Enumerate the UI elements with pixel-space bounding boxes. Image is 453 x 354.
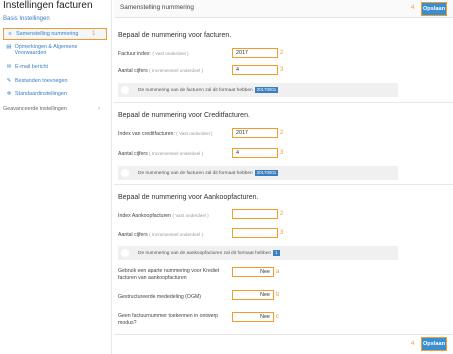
sidebar-item-files[interactable]: ✎ Bestanden toevoegen	[3, 76, 107, 86]
callout-marker: 2	[280, 50, 284, 56]
format-badge: 20170001	[254, 170, 279, 176]
credit-index-label: Index van creditfacturen: ( Vast onderde…	[118, 131, 213, 137]
format-badge: 20170001	[254, 87, 279, 93]
save-button-top[interactable]: Opslaan	[421, 2, 447, 16]
option-separate-credit-label: Gebruik een aparte nummering voor Kredie…	[118, 268, 220, 281]
sidebar-item-label: Standaardinstellingen	[15, 91, 67, 97]
callout-marker: 3	[280, 230, 284, 236]
purchase-digits-field[interactable]	[232, 228, 278, 238]
page-footer	[114, 334, 453, 354]
credit-format-note: De nummering van de facturen zal dit for…	[118, 166, 398, 180]
sidebar-title: Instellingen facturen	[3, 0, 93, 11]
option-draft-number-label: Geen factuurnummer toekennen in ontwerp …	[118, 313, 219, 326]
option-separate-credit-select[interactable]: Nee	[232, 267, 274, 277]
mail-icon: ✉	[6, 64, 12, 70]
edit-icon: ▤	[6, 44, 12, 50]
page-header: Samenstelling nummering	[114, 0, 453, 18]
option-ogm-label: Gestructureerde mededeling (OGM)	[118, 294, 202, 300]
callout-marker: c	[276, 314, 279, 320]
page-title: Samenstelling nummering	[120, 4, 194, 11]
gear-icon: ✲	[6, 91, 12, 97]
format-toggle[interactable]	[121, 249, 129, 257]
paperclip-icon: ✎	[6, 78, 12, 84]
list-icon: ≡	[8, 31, 12, 37]
sidebar-item-label: Samenstelling nummering	[16, 31, 79, 37]
credit-digits-label: Aantal cijfers ( Incrementeel onderdeel …	[118, 151, 204, 157]
invoice-digits-field[interactable]: 4	[232, 65, 278, 75]
invoice-index-field[interactable]: 2017	[232, 48, 278, 58]
settings-sidebar: Instellingen facturen Basis Instellingen…	[0, 0, 112, 354]
divider	[114, 102, 453, 103]
sidebar-item-defaults[interactable]: ✲ Standaardinstellingen	[3, 89, 107, 99]
invoice-format-note: De nummering van de facturen zal dit for…	[118, 83, 398, 97]
purchase-format-note: De nummering van de aankoopfacturen zal …	[118, 246, 398, 260]
credit-index-field[interactable]: 2017	[232, 128, 278, 138]
chevron-right-icon: ›	[98, 106, 100, 112]
section-title-purchase: Bepaal de nummering voor Aankoopfacturen…	[118, 194, 259, 201]
sidebar-item-label: Bestanden toevoegen	[15, 78, 68, 84]
callout-marker: 2	[280, 130, 284, 136]
purchase-index-field[interactable]	[232, 209, 278, 219]
sidebar-item-remarks[interactable]: ▤ Opmerkingen & Algemene Voorwaarden	[3, 42, 107, 58]
callout-marker: 2	[280, 211, 284, 217]
format-badge: 1	[273, 250, 280, 256]
callout-marker: 1	[92, 31, 96, 37]
callout-marker: b	[276, 292, 280, 298]
format-toggle[interactable]	[121, 86, 129, 94]
purchase-digits-label: Aantal cijfers ( Incrementeel onderdeel …	[118, 232, 204, 238]
callout-marker: 4	[411, 341, 415, 347]
callout-marker: 4	[411, 5, 415, 11]
purchase-index-label: Index Aankoopfacturen ( Vast onderdeel )	[118, 213, 209, 219]
callout-marker: a	[276, 269, 280, 275]
sidebar-item-advanced[interactable]: Geavanceerde instellingen ›	[0, 104, 104, 114]
invoice-index-label: Factuur index: ( Vast onderdeel )	[118, 51, 189, 57]
divider	[114, 184, 453, 185]
option-draft-number-select[interactable]: Nee	[232, 312, 274, 322]
option-ogm-select[interactable]: Nee	[232, 290, 274, 300]
format-toggle[interactable]	[121, 169, 129, 177]
section-title-credit: Bepaal de nummering voor Creditfacturen.	[118, 112, 250, 119]
invoice-digits-label: Aantal cijfers ( Incrementeel onderdeel …	[118, 68, 204, 74]
sidebar-item-email[interactable]: ✉ E-mail bericht	[3, 62, 107, 72]
save-button-bottom[interactable]: Opslaan	[421, 337, 447, 351]
basic-settings-link[interactable]: Basis Instellingen	[3, 16, 50, 22]
section-title-invoices: Bepaal de nummering voor facturen.	[118, 32, 232, 39]
sidebar-item-label: E-mail bericht	[15, 64, 48, 70]
callout-marker: 3	[280, 150, 284, 156]
callout-marker: 3	[280, 67, 284, 73]
sidebar-item-label: Opmerkingen & Algemene Voorwaarden	[14, 44, 78, 56]
credit-digits-field[interactable]: 4	[232, 148, 278, 158]
sidebar-item-label: Geavanceerde instellingen	[3, 106, 67, 112]
